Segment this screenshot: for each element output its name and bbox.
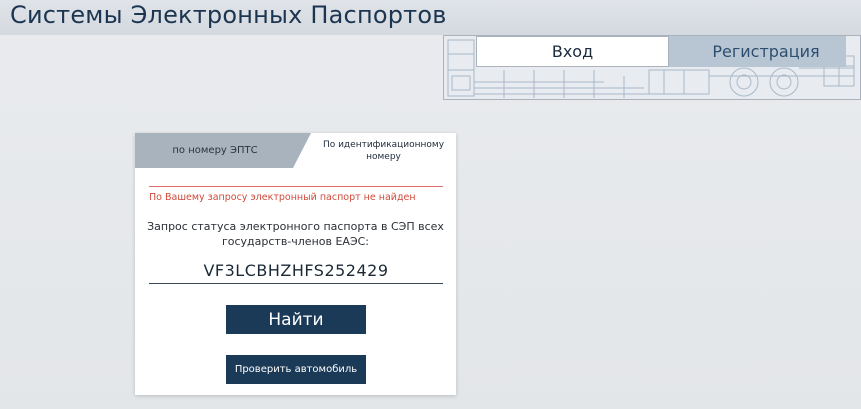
query-label: Запрос статуса электронного паспорта в С…	[147, 220, 444, 248]
auth-panel: Вход Регистрация	[443, 35, 861, 100]
vin-input[interactable]	[149, 257, 443, 284]
tab-by-epts-number[interactable]: по номеру ЭПТС	[135, 133, 295, 168]
check-vehicle-button[interactable]: Проверить автомобиль	[226, 355, 366, 384]
tab-by-identification-number[interactable]: По идентификационному номеру	[311, 133, 456, 168]
register-tab[interactable]: Регистрация	[686, 36, 846, 67]
login-tab[interactable]: Вход	[476, 36, 669, 67]
error-divider	[149, 186, 443, 187]
site-header: Системы Электронных Паспортов	[0, 0, 861, 35]
passport-search-card: по номеру ЭПТС По идентификационному ном…	[135, 133, 456, 395]
search-mode-tabs: по номеру ЭПТС По идентификационному ном…	[135, 133, 456, 168]
error-message: По Вашему запросу электронный паспорт не…	[149, 192, 416, 203]
auth-tabs: Вход Регистрация	[476, 36, 846, 67]
site-title: Системы Электронных Паспортов	[10, 1, 447, 29]
search-button[interactable]: Найти	[226, 305, 366, 334]
